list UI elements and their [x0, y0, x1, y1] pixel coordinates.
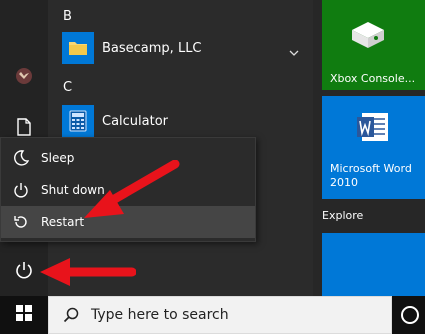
search-placeholder: Type here to search	[91, 307, 229, 323]
power-icon	[11, 180, 31, 200]
shut-down-label: Shut down	[41, 183, 105, 197]
word-icon	[356, 110, 390, 148]
tile-label: Xbox Console...	[330, 72, 416, 85]
app-calculator[interactable]: Calculator	[48, 101, 313, 141]
app-basecamp[interactable]: Basecamp, LLC	[48, 28, 313, 68]
xbox-console-icon	[348, 18, 388, 58]
calculator-icon	[62, 105, 94, 137]
cortana-icon[interactable]	[401, 306, 419, 324]
tile-label: Microsoft Word 2010	[330, 162, 412, 189]
restart-option[interactable]: Restart	[1, 206, 255, 238]
power-icon[interactable]	[9, 255, 39, 285]
restart-icon	[11, 212, 31, 232]
search-box[interactable]: Type here to search	[48, 296, 392, 334]
start-menu-screen: B Basecamp, LLC C Calculator Xbox Consol…	[0, 0, 425, 334]
tile-group-label[interactable]: Explore	[322, 209, 363, 222]
search-icon	[63, 307, 79, 323]
app-label: Calculator	[102, 113, 169, 129]
tile-xbox-console[interactable]: Xbox Console...	[322, 0, 425, 90]
power-menu: Sleep Shut down Restart	[0, 137, 256, 242]
windows-logo-icon	[16, 305, 32, 325]
folder-icon	[62, 32, 94, 64]
moon-icon	[11, 148, 31, 168]
tile-microsoft-word[interactable]: Microsoft Word 2010	[322, 96, 425, 199]
taskbar: Type here to search	[0, 296, 425, 334]
start-button[interactable]	[0, 296, 48, 334]
sleep-option[interactable]: Sleep	[1, 142, 255, 174]
section-letter-c[interactable]: C	[63, 80, 72, 95]
app-label: Basecamp, LLC	[102, 40, 202, 56]
restart-label: Restart	[41, 215, 85, 229]
shut-down-option[interactable]: Shut down	[1, 174, 255, 206]
user-avatar-icon[interactable]	[9, 61, 39, 91]
section-letter-b[interactable]: B	[63, 9, 72, 24]
sleep-label: Sleep	[41, 151, 75, 165]
tile-explore-item[interactable]	[322, 233, 425, 296]
tiles-area: Xbox Console... Microsoft Word 2010 Expl…	[313, 0, 425, 296]
chevron-down-icon[interactable]	[289, 41, 299, 60]
